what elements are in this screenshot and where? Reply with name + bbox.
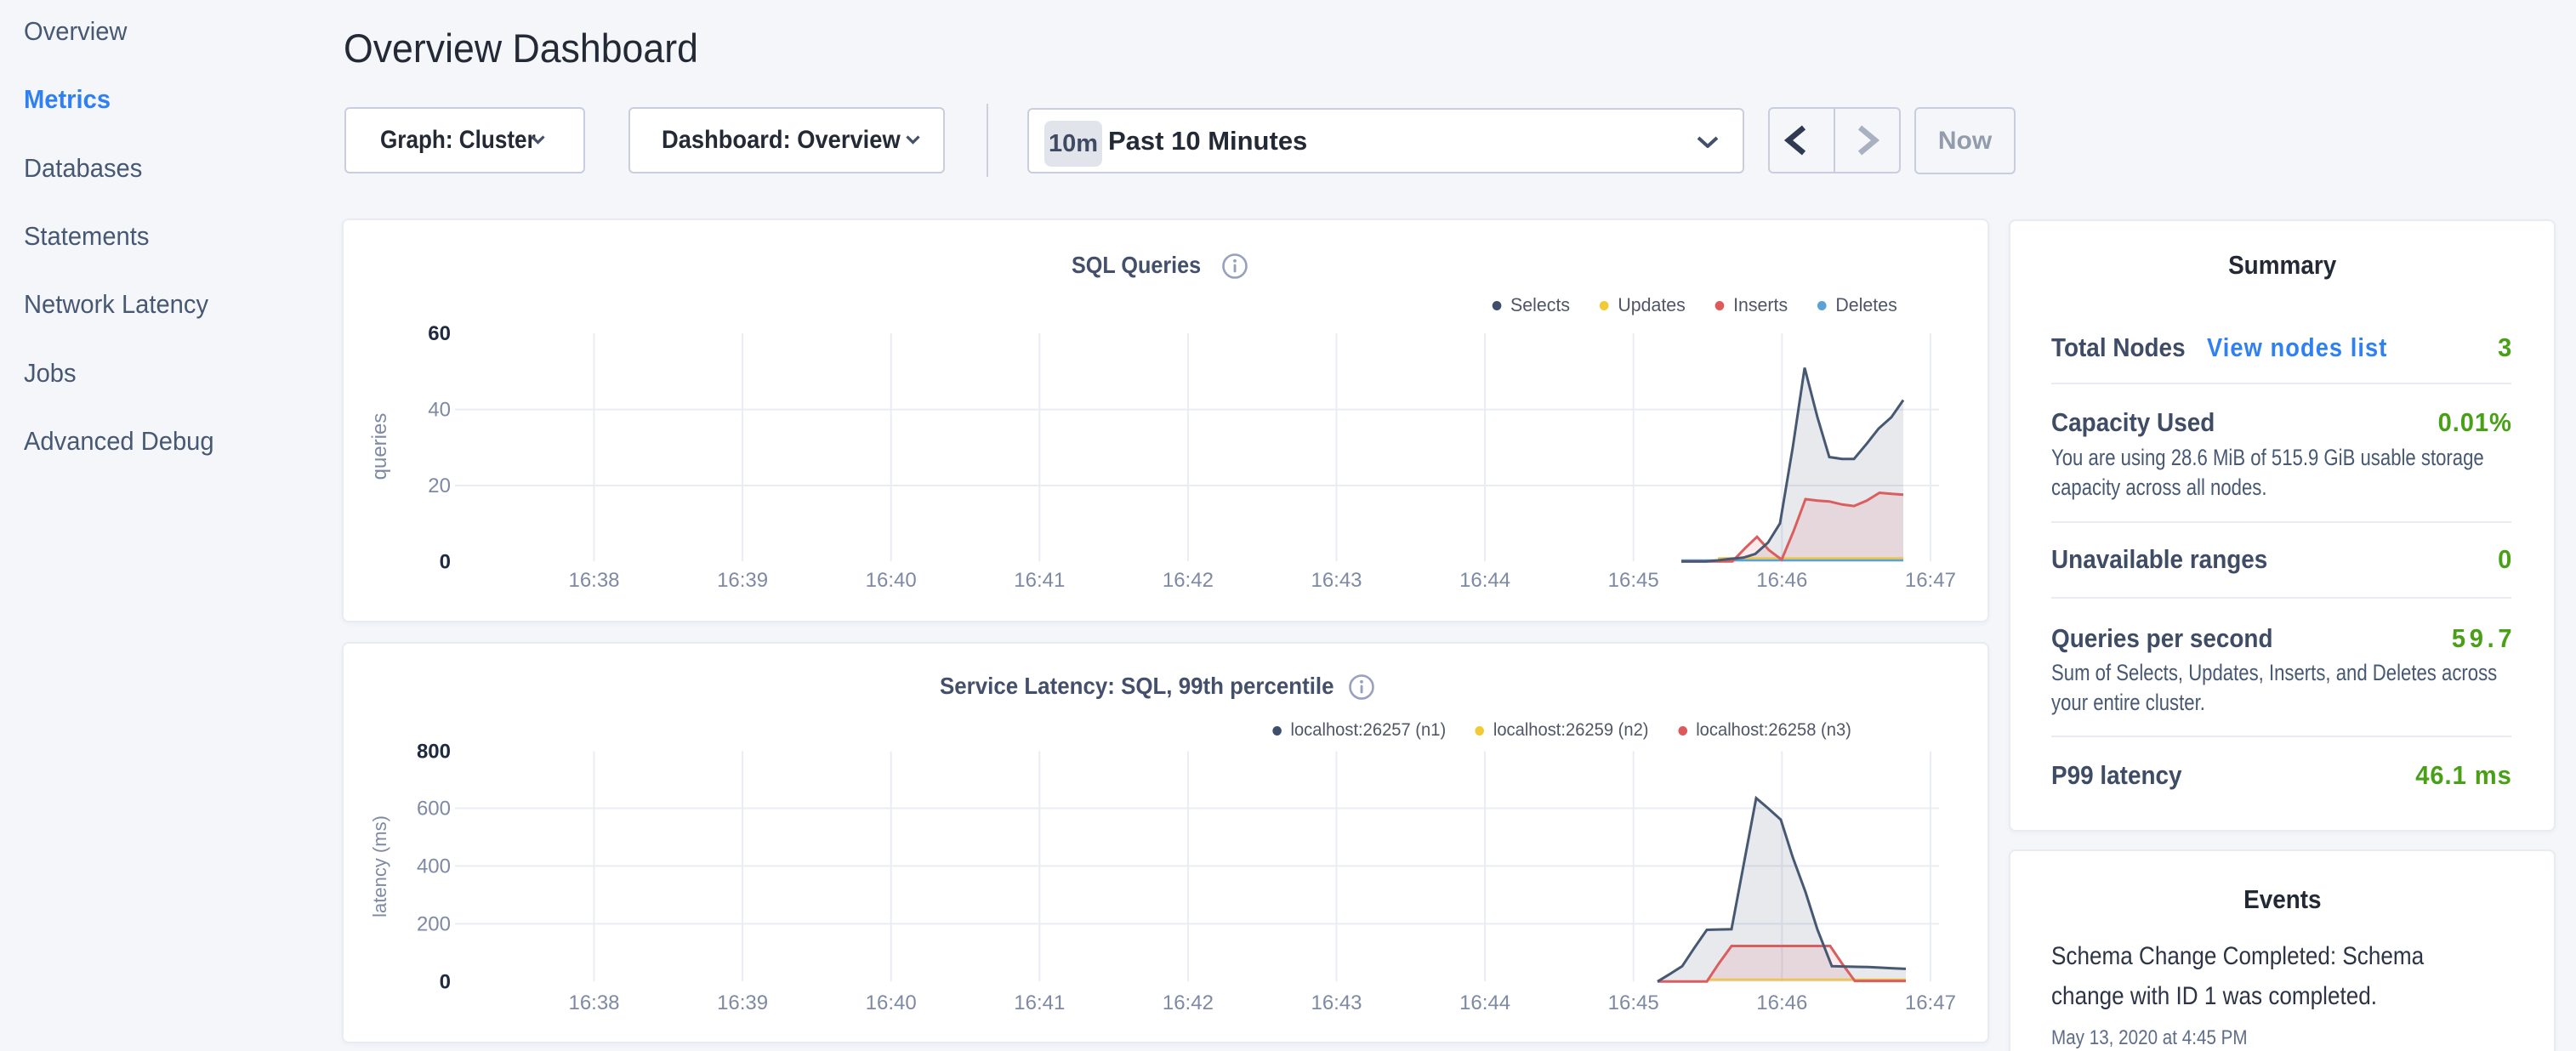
svg-text:16:45: 16:45	[1608, 569, 1659, 592]
svg-text:16:40: 16:40	[866, 569, 917, 592]
svg-text:40: 40	[428, 399, 451, 422]
svg-text:60: 60	[428, 322, 451, 345]
svg-text:20: 20	[428, 474, 451, 497]
svg-text:latency (ms): latency (ms)	[369, 815, 390, 917]
svg-text:16:39: 16:39	[717, 991, 768, 1014]
svg-text:16:47: 16:47	[1905, 991, 1956, 1014]
svg-text:16:40: 16:40	[866, 991, 917, 1014]
svg-text:800: 800	[417, 740, 451, 763]
svg-text:16:43: 16:43	[1311, 569, 1362, 592]
svg-text:16:46: 16:46	[1756, 569, 1807, 592]
svg-text:200: 200	[417, 912, 451, 935]
svg-text:16:42: 16:42	[1163, 569, 1214, 592]
svg-text:16:44: 16:44	[1459, 991, 1510, 1014]
svg-text:16:38: 16:38	[568, 991, 619, 1014]
svg-text:16:41: 16:41	[1014, 569, 1065, 592]
svg-text:400: 400	[417, 855, 451, 878]
svg-text:16:46: 16:46	[1756, 991, 1807, 1014]
svg-text:0: 0	[440, 970, 451, 993]
svg-text:16:47: 16:47	[1905, 569, 1956, 592]
svg-text:16:39: 16:39	[717, 569, 768, 592]
svg-text:queries: queries	[368, 413, 391, 480]
svg-text:16:41: 16:41	[1014, 991, 1065, 1014]
svg-text:600: 600	[417, 798, 451, 821]
svg-text:16:45: 16:45	[1608, 991, 1659, 1014]
svg-text:16:44: 16:44	[1459, 569, 1510, 592]
svg-text:0: 0	[440, 550, 451, 573]
svg-text:16:43: 16:43	[1311, 991, 1362, 1014]
svg-text:16:38: 16:38	[568, 569, 619, 592]
svg-text:16:42: 16:42	[1163, 991, 1214, 1014]
